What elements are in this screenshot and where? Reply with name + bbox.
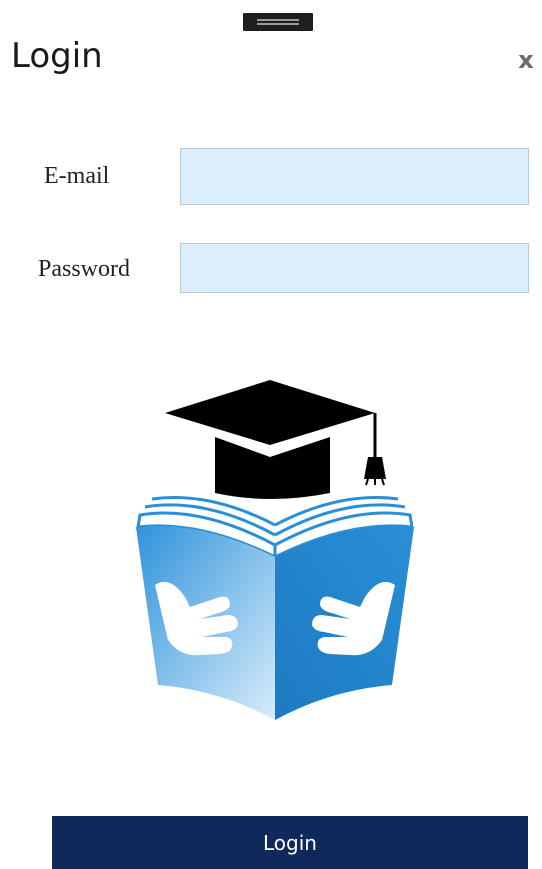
password-field[interactable]: [180, 243, 529, 293]
close-icon[interactable]: x: [512, 46, 540, 74]
education-logo: [136, 380, 414, 720]
password-label: Password: [38, 256, 131, 282]
page-title: Login: [11, 36, 103, 76]
graduation-cap-icon: [165, 380, 386, 499]
drag-handle-icon[interactable]: [243, 13, 313, 31]
email-field[interactable]: [180, 148, 529, 205]
email-label: E-mail: [44, 163, 110, 189]
login-button[interactable]: Login: [52, 816, 528, 869]
